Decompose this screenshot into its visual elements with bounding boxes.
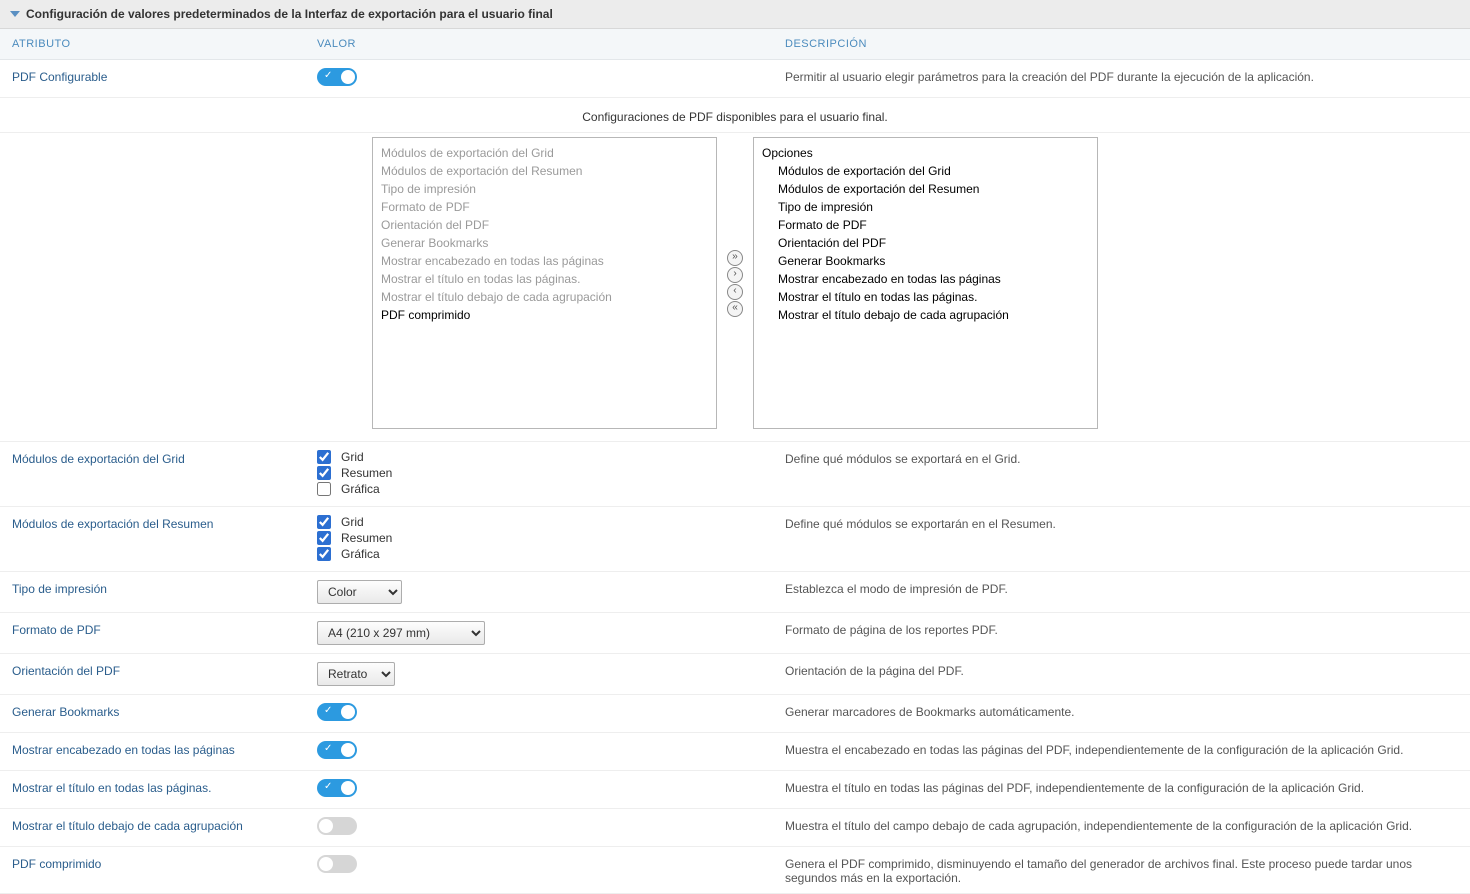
list-item[interactable]: Mostrar encabezado en todas las páginas	[762, 270, 1089, 288]
label: Módulos de exportación del Resumen	[12, 515, 317, 531]
checkbox-label: Resumen	[341, 531, 392, 545]
col-desc: DESCRIPCIÓN	[785, 38, 1458, 50]
checkbox-label: Gráfica	[341, 547, 380, 561]
transfer-arrows: » › ‹ «	[727, 250, 743, 317]
list-item[interactable]: Módulos de exportación del Resumen	[381, 162, 708, 180]
desc: Formato de página de los reportes PDF.	[785, 621, 1458, 637]
label: PDF Configurable	[12, 68, 317, 84]
list-item[interactable]: Generar Bookmarks	[381, 234, 708, 252]
list-item[interactable]: Formato de PDF	[762, 216, 1089, 234]
checkbox[interactable]	[317, 515, 331, 529]
list-item[interactable]: Mostrar encabezado en todas las páginas	[381, 252, 708, 270]
label: Módulos de exportación del Grid	[12, 450, 317, 466]
dual-list: Módulos de exportación del GridMódulos d…	[0, 133, 1470, 442]
move-all-left-button[interactable]: «	[727, 301, 743, 317]
desc: Establezca el modo de impresión de PDF.	[785, 580, 1458, 596]
list-item[interactable]: Orientación del PDF	[381, 216, 708, 234]
label: PDF comprimido	[12, 855, 317, 871]
collapse-icon	[10, 11, 20, 17]
checkbox-label: Gráfica	[341, 482, 380, 496]
available-listbox[interactable]: Módulos de exportación del GridMódulos d…	[372, 137, 717, 429]
label: Formato de PDF	[12, 621, 317, 637]
list-item[interactable]: Mostrar el título en todas las páginas.	[762, 288, 1089, 306]
checkbox-label: Resumen	[341, 466, 392, 480]
panel-title: Configuración de valores predeterminados…	[26, 7, 553, 21]
col-val: VALOR	[317, 38, 785, 50]
row-grid-modules: Módulos de exportación del Grid Grid Resu…	[0, 442, 1470, 507]
row-header-all: Mostrar encabezado en todas las páginas …	[0, 733, 1470, 771]
checkbox-label: Grid	[341, 450, 364, 464]
desc: Define qué módulos se exportarán en el R…	[785, 515, 1458, 531]
list-item[interactable]: Mostrar el título debajo de cada agrupac…	[381, 288, 708, 306]
desc: Muestra el título del campo debajo de ca…	[785, 817, 1458, 833]
toggle-bookmarks[interactable]: ✓	[317, 703, 357, 721]
list-item[interactable]: Mostrar el título en todas las páginas.	[381, 270, 708, 288]
list-item[interactable]: Formato de PDF	[381, 198, 708, 216]
col-attr: ATRIBUTO	[12, 38, 317, 50]
checkbox[interactable]	[317, 466, 331, 480]
checkbox-line: Gráfica	[317, 547, 785, 561]
desc: Muestra el título en todas las páginas d…	[785, 779, 1458, 795]
list-item[interactable]: Módulos de exportación del Grid	[762, 162, 1089, 180]
move-all-right-button[interactable]: »	[727, 250, 743, 266]
row-print-type: Tipo de impresión Color Establezca el mo…	[0, 572, 1470, 613]
desc: Orientación de la página del PDF.	[785, 662, 1458, 678]
move-left-button[interactable]: ‹	[727, 284, 743, 300]
list-item[interactable]: Tipo de impresión	[381, 180, 708, 198]
checkbox[interactable]	[317, 482, 331, 496]
desc: Define qué módulos se exportará en el Gr…	[785, 450, 1458, 466]
label: Generar Bookmarks	[12, 703, 317, 719]
list-item[interactable]: Módulos de exportación del Grid	[381, 144, 708, 162]
checkbox-line: Resumen	[317, 531, 785, 545]
label: Mostrar el título en todas las páginas.	[12, 779, 317, 795]
orientation-select[interactable]: Retrato	[317, 662, 395, 686]
checkbox-line: Resumen	[317, 466, 785, 480]
checkbox[interactable]	[317, 547, 331, 561]
label: Tipo de impresión	[12, 580, 317, 596]
row-orientation: Orientación del PDF Retrato Orientación …	[0, 654, 1470, 695]
row-summary-modules: Módulos de exportación del Resumen Grid R…	[0, 507, 1470, 572]
desc: Generar marcadores de Bookmarks automáti…	[785, 703, 1458, 719]
dual-list-subtitle: Configuraciones de PDF disponibles para …	[0, 98, 1470, 133]
label: Orientación del PDF	[12, 662, 317, 678]
label: Mostrar el título debajo de cada agrupac…	[12, 817, 317, 833]
label: Mostrar encabezado en todas las páginas	[12, 741, 317, 757]
selected-listbox[interactable]: OpcionesMódulos de exportación del GridM…	[753, 137, 1098, 429]
checkbox[interactable]	[317, 531, 331, 545]
panel-header[interactable]: Configuración de valores predeterminados…	[0, 0, 1470, 29]
desc: Permitir al usuario elegir parámetros pa…	[785, 68, 1458, 84]
checkbox-line: Gráfica	[317, 482, 785, 496]
pdf-format-select[interactable]: A4 (210 x 297 mm)	[317, 621, 485, 645]
list-item[interactable]: Orientación del PDF	[762, 234, 1089, 252]
list-item[interactable]: PDF comprimido	[381, 306, 708, 324]
move-right-button[interactable]: ›	[727, 267, 743, 283]
toggle-title-group[interactable]: ✓	[317, 817, 357, 835]
print-type-select[interactable]: Color	[317, 580, 402, 604]
list-group: Opciones	[762, 144, 1089, 162]
toggle-compressed[interactable]: ✓	[317, 855, 357, 873]
row-pdf-configurable: PDF Configurable ✓ Permitir al usuario e…	[0, 60, 1470, 98]
row-title-group: Mostrar el título debajo de cada agrupac…	[0, 809, 1470, 847]
checkbox-line: Grid	[317, 450, 785, 464]
list-item[interactable]: Módulos de exportación del Resumen	[762, 180, 1089, 198]
row-title-all: Mostrar el título en todas las páginas. …	[0, 771, 1470, 809]
row-pdf-format: Formato de PDF A4 (210 x 297 mm) Formato…	[0, 613, 1470, 654]
toggle-header-all[interactable]: ✓	[317, 741, 357, 759]
list-item[interactable]: Tipo de impresión	[762, 198, 1089, 216]
toggle-pdf-configurable[interactable]: ✓	[317, 68, 357, 86]
list-item[interactable]: Mostrar el título debajo de cada agrupac…	[762, 306, 1089, 324]
desc: Muestra el encabezado en todas las págin…	[785, 741, 1458, 757]
checkbox[interactable]	[317, 450, 331, 464]
column-headers: ATRIBUTO VALOR DESCRIPCIÓN	[0, 29, 1470, 60]
checkbox-line: Grid	[317, 515, 785, 529]
checkbox-label: Grid	[341, 515, 364, 529]
list-item[interactable]: Generar Bookmarks	[762, 252, 1089, 270]
row-bookmarks: Generar Bookmarks ✓ Generar marcadores d…	[0, 695, 1470, 733]
toggle-title-all[interactable]: ✓	[317, 779, 357, 797]
row-compressed: PDF comprimido ✓ Genera el PDF comprimid…	[0, 847, 1470, 894]
